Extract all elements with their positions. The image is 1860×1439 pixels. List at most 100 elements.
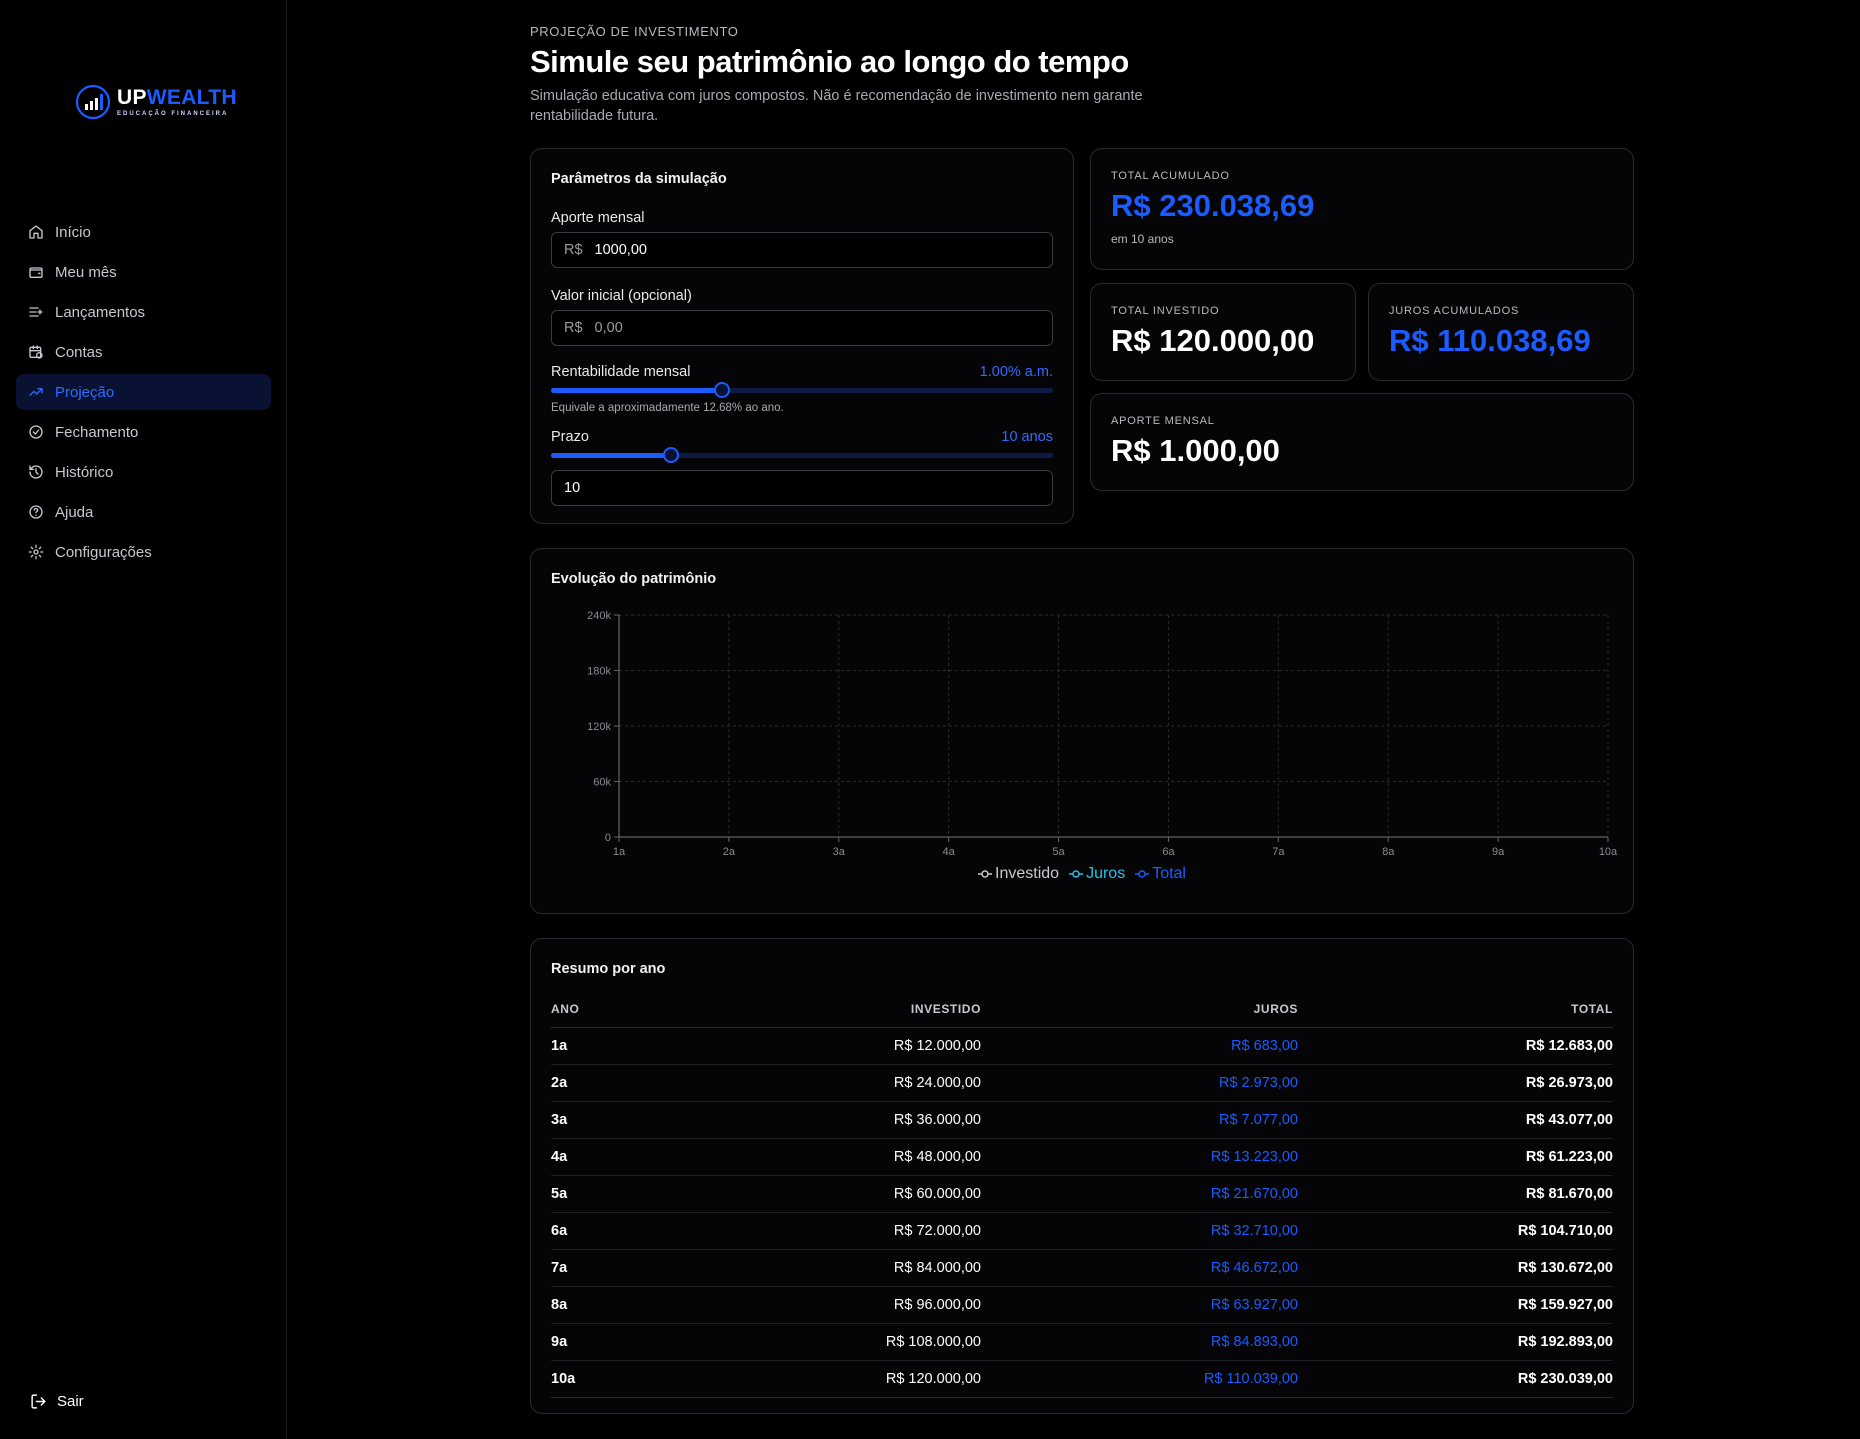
aporte-field[interactable]: R$ 1000,00 <box>551 232 1053 268</box>
col-total: TOTAL <box>1298 991 1613 1028</box>
sidebar-item-fechamento[interactable]: Fechamento <box>16 414 271 450</box>
x-tick-label: 1a <box>613 846 626 858</box>
chart-title: Evolução do patrimônio <box>551 571 717 587</box>
cell-ano: 6a <box>551 1212 671 1250</box>
x-tick-label: 4a <box>943 846 956 858</box>
table-row: 7a R$ 84.000,00 R$ 46.672,00 R$ 130.672,00 <box>551 1249 1613 1287</box>
chart-legend: Investido Juros Total <box>531 865 1633 883</box>
prazo-input-value: 10 <box>564 480 581 496</box>
table-row: 8a R$ 96.000,00 R$ 63.927,00 R$ 159.927,00 <box>551 1286 1613 1324</box>
legend-marker-icon <box>1135 870 1150 878</box>
sidebar-item-inicio[interactable]: Início <box>16 214 271 250</box>
rentabilidade-slider-thumb[interactable] <box>713 382 730 398</box>
rentabilidade-slider[interactable] <box>551 382 1053 398</box>
table-row: 6a R$ 72.000,00 R$ 32.710,00 R$ 104.710,00 <box>551 1212 1613 1250</box>
cell-investido: R$ 84.000,00 <box>671 1249 981 1287</box>
sidebar: UPWEALTH EDUCAÇÃO FINANCEIRA Início Meu … <box>0 0 287 1439</box>
rentabilidade-value: 1.00% a.m. <box>979 364 1053 380</box>
legend-marker-icon <box>1069 870 1084 878</box>
rentabilidade-label: Rentabilidade mensal <box>551 364 691 380</box>
cell-juros: R$ 7.077,00 <box>981 1101 1298 1139</box>
prazo-label: Prazo <box>551 429 589 445</box>
stat-juros-acumulados: JUROS ACUMULADOS R$ 110.038,69 <box>1368 283 1634 381</box>
logo-icon <box>75 84 111 120</box>
gear-icon <box>28 544 44 560</box>
x-tick-label: 3a <box>833 846 846 858</box>
cell-investido: R$ 24.000,00 <box>671 1064 981 1102</box>
stat-total-acumulado: TOTAL ACUMULADO R$ 230.038,69 em 10 anos <box>1090 148 1634 270</box>
cell-investido: R$ 120.000,00 <box>671 1360 981 1398</box>
rentabilidade-slider-fill <box>551 388 722 393</box>
col-investido: INVESTIDO <box>671 991 981 1028</box>
valor-inicial-placeholder: 0,00 <box>594 320 623 336</box>
currency-prefix: R$ <box>564 242 583 258</box>
stat-value: R$ 230.038,69 <box>1111 188 1315 223</box>
brand-logo[interactable]: UPWEALTH EDUCAÇÃO FINANCEIRA <box>75 84 237 120</box>
prazo-slider-thumb[interactable] <box>663 447 680 463</box>
brand-name-up: UP <box>117 86 147 109</box>
x-tick-label: 9a <box>1492 846 1505 858</box>
cell-juros: R$ 110.039,00 <box>981 1360 1298 1398</box>
cell-ano: 7a <box>551 1249 671 1287</box>
brand-name-wealth: WEALTH <box>146 86 237 109</box>
cell-total: R$ 130.672,00 <box>1298 1249 1613 1287</box>
legend-item-investido[interactable]: Investido <box>978 865 1059 883</box>
prazo-field[interactable]: 10 <box>551 470 1053 506</box>
cell-ano: 4a <box>551 1138 671 1176</box>
cell-total: R$ 81.670,00 <box>1298 1175 1613 1213</box>
table-row: 5a R$ 60.000,00 R$ 21.670,00 R$ 81.670,00 <box>551 1175 1613 1213</box>
cell-investido: R$ 60.000,00 <box>671 1175 981 1213</box>
cell-juros: R$ 13.223,00 <box>981 1138 1298 1176</box>
sidebar-nav: Início Meu mês Lançamentos Contas Projeç… <box>16 214 271 574</box>
valor-inicial-field[interactable]: R$ 0,00 <box>551 310 1053 346</box>
prazo-slider[interactable] <box>551 447 1053 463</box>
stat-note: em 10 anos <box>1111 232 1174 246</box>
table-row: 10a R$ 120.000,00 R$ 110.039,00 R$ 230.039,… <box>551 1360 1613 1398</box>
cell-juros: R$ 2.973,00 <box>981 1064 1298 1102</box>
cell-investido: R$ 48.000,00 <box>671 1138 981 1176</box>
cell-total: R$ 12.683,00 <box>1298 1027 1613 1065</box>
legend-item-total[interactable]: Total <box>1135 865 1186 883</box>
cell-juros: R$ 63.927,00 <box>981 1286 1298 1324</box>
sidebar-item-meu-mes[interactable]: Meu mês <box>16 254 271 290</box>
sidebar-item-label: Histórico <box>55 463 114 481</box>
home-icon <box>29 225 43 239</box>
logout-label: Sair <box>57 1393 84 1410</box>
patrimonio-chart: 0 60k 120k 180k 240k 1a 2a 3a 4a 5a 6a 7a 8a 9a 10a <box>587 610 1618 858</box>
table-row: 1a R$ 12.000,00 R$ 683,00 R$ 12.683,00 <box>551 1027 1613 1065</box>
sidebar-item-lancamentos[interactable]: Lançamentos <box>16 294 271 330</box>
currency-prefix: R$ <box>564 320 583 336</box>
legend-item-juros[interactable]: Juros <box>1069 865 1125 883</box>
aporte-label: Aporte mensal <box>551 210 645 226</box>
sidebar-item-label: Meu mês <box>55 263 117 281</box>
resumo-title: Resumo por ano <box>551 961 666 977</box>
wallet-icon <box>29 267 43 278</box>
col-ano: ANO <box>551 991 671 1028</box>
stat-aporte-mensal: APORTE MENSAL R$ 1.000,00 <box>1090 393 1634 491</box>
sidebar-item-contas[interactable]: Contas <box>16 334 271 370</box>
sidebar-item-label: Contas <box>55 343 103 361</box>
table-row: 3a R$ 36.000,00 R$ 7.077,00 R$ 43.077,00 <box>551 1101 1613 1139</box>
sidebar-item-historico[interactable]: Histórico <box>16 454 271 490</box>
x-tick-label: 7a <box>1272 846 1285 858</box>
sidebar-item-projecao[interactable]: Projeção <box>16 374 271 410</box>
cell-ano: 10a <box>551 1360 671 1398</box>
cell-juros: R$ 84.893,00 <box>981 1323 1298 1361</box>
cell-total: R$ 192.893,00 <box>1298 1323 1613 1361</box>
sidebar-item-label: Início <box>55 223 91 241</box>
aporte-input-value: 1000,00 <box>594 242 647 258</box>
x-tick-label: 8a <box>1382 846 1395 858</box>
cell-total: R$ 104.710,00 <box>1298 1212 1613 1250</box>
cell-total: R$ 43.077,00 <box>1298 1101 1613 1139</box>
cell-juros: R$ 32.710,00 <box>981 1212 1298 1250</box>
logout-button[interactable]: Sair <box>30 1393 84 1410</box>
cell-ano: 1a <box>551 1027 671 1065</box>
legend-label: Juros <box>1086 865 1126 882</box>
sidebar-item-label: Lançamentos <box>55 303 146 321</box>
valor-inicial-label: Valor inicial (opcional) <box>551 288 692 304</box>
sidebar-item-configuracoes[interactable]: Configurações <box>16 534 271 570</box>
sidebar-item-ajuda[interactable]: Ajuda <box>16 494 271 530</box>
x-tick-label: 10a <box>1599 846 1618 858</box>
cell-ano: 5a <box>551 1175 671 1213</box>
table-row: 9a R$ 108.000,00 R$ 84.893,00 R$ 192.893,00 <box>551 1323 1613 1361</box>
